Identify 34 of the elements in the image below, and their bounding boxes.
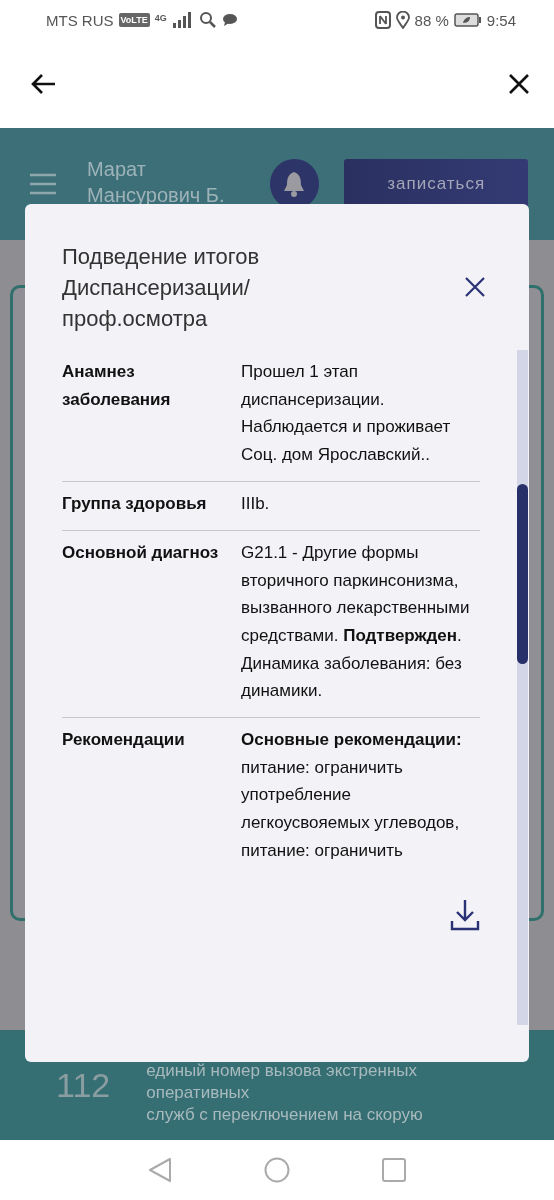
download-icon[interactable]: [450, 898, 480, 931]
field-value: Прошел 1 этап диспансеризации. Наблюдается и проживает Соц. дом Ярославский..: [241, 361, 452, 467]
dialog-title: проф.осмотра: [62, 305, 209, 333]
field-label: Основной диагноз: [62, 541, 220, 564]
carrier-name: MTS RUS: [46, 11, 114, 29]
field-label: Рекомендации: [62, 729, 186, 752]
bell-icon: [282, 170, 307, 198]
network-type: 4G: [154, 13, 167, 23]
user-name: Марат: [86, 157, 147, 182]
emergency-number: 112: [56, 1065, 111, 1105]
location-icon: [395, 11, 410, 29]
chat-icon: [221, 13, 238, 27]
search-icon: [198, 11, 217, 29]
clock: 9:54: [486, 11, 516, 29]
nfc-icon: [374, 11, 391, 29]
user-name: Мансурович Б.: [86, 183, 226, 208]
field-value: Основные рекомендации: питание: ограничить употребление легкоусвояемых углеводов, питание: ограничить: [241, 729, 463, 862]
battery-percent: 88 %: [414, 11, 449, 29]
field-label: Группа здоровья: [62, 492, 208, 515]
close-button[interactable]: [508, 73, 530, 95]
close-button[interactable]: [465, 277, 485, 297]
emergency-description: служб с переключением на скорую: [146, 1104, 423, 1126]
battery-icon: [453, 13, 482, 27]
field-value: IIIb.: [241, 492, 271, 515]
volte-badge: VoLTE: [118, 13, 150, 27]
field-value: G21.1 - Другие формы вторичного паркинсонизма, вызванного лекарственными средствами. Подтвержден. Динамика заболевания: без динамики.: [241, 541, 471, 703]
field-label: Анамнез заболевания: [62, 361, 172, 411]
emergency-description: единый номер вызова экстренных: [146, 1060, 419, 1082]
signal-icon: [171, 12, 194, 28]
back-button[interactable]: [30, 73, 56, 95]
emergency-description: оперативных: [146, 1082, 251, 1104]
scrollbar[interactable]: [517, 350, 528, 1025]
dialog-title: Диспансеризации/: [62, 274, 251, 302]
dialog-title: Подведение итогов: [62, 243, 260, 271]
